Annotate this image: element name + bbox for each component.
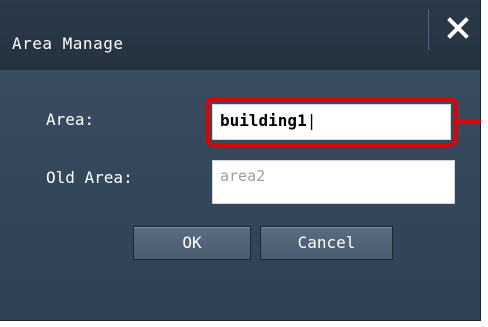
- title-divider: [428, 10, 429, 50]
- old-area-label: Old Area:: [46, 168, 133, 187]
- area-input[interactable]: building1|: [212, 104, 451, 140]
- cancel-button[interactable]: Cancel: [260, 226, 393, 260]
- dialog-title: Area Manage: [12, 34, 124, 53]
- old-area-value: area2: [220, 167, 266, 185]
- ok-button[interactable]: OK: [133, 226, 251, 260]
- highlight-pointer: [457, 120, 481, 123]
- ok-button-label: OK: [182, 233, 202, 252]
- close-icon[interactable]: [446, 16, 470, 40]
- area-input-value: building1: [220, 111, 307, 130]
- close-icon-glyph: [447, 17, 469, 39]
- area-manage-dialog: Area Manage Area: building1| Old Area: a…: [0, 0, 481, 321]
- text-cursor: |: [306, 111, 317, 130]
- area-label: Area:: [46, 110, 95, 129]
- old-area-field[interactable]: area2: [212, 160, 455, 204]
- title-bar: Area Manage: [0, 0, 480, 70]
- cancel-button-label: Cancel: [297, 233, 356, 252]
